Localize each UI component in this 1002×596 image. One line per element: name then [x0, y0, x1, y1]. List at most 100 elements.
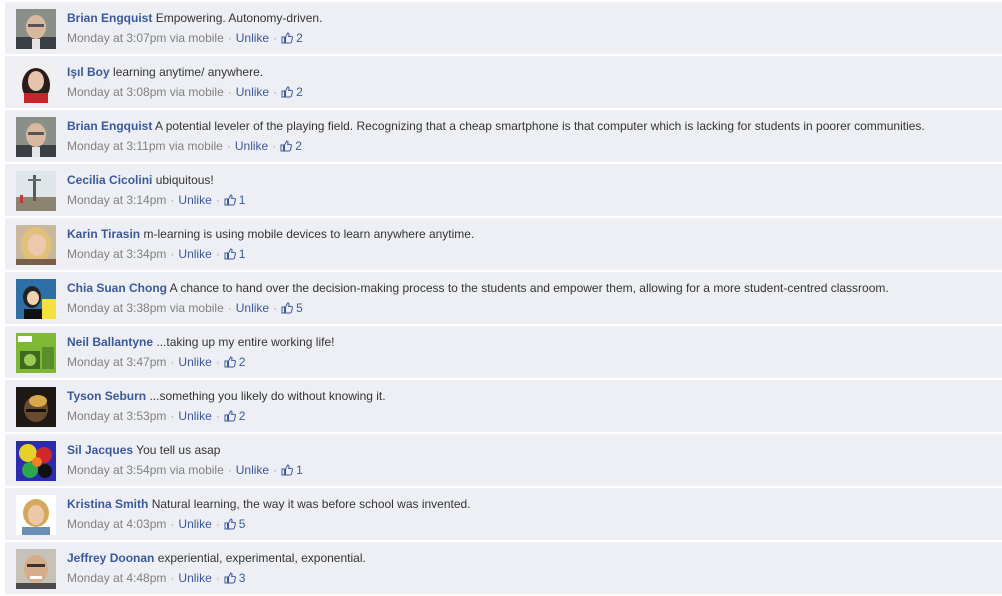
- unlike-link[interactable]: Unlike: [178, 517, 211, 531]
- comment-author-link[interactable]: Karin Tirasin: [67, 227, 140, 241]
- comment-author-link[interactable]: Cecilia Cicolini: [67, 173, 152, 187]
- avatar[interactable]: [16, 549, 56, 589]
- comment-text: learning anytime/ anywhere.: [113, 65, 264, 79]
- unlike-link[interactable]: Unlike: [236, 301, 269, 315]
- like-count-link[interactable]: 1: [224, 193, 245, 207]
- comment-timestamp[interactable]: Monday at 3:11pm via mobile: [67, 139, 223, 153]
- comment-text: ...something you likely do without knowi…: [149, 389, 386, 403]
- comment-author-link[interactable]: Işıl Boy: [67, 65, 110, 79]
- avatar[interactable]: [16, 117, 56, 157]
- like-count-link[interactable]: 2: [224, 355, 246, 369]
- comment-meta: Monday at 3:34pm · Unlike · 1: [67, 247, 998, 263]
- like-count: 5: [238, 517, 246, 531]
- comment-timestamp[interactable]: Monday at 3:47pm: [67, 355, 166, 369]
- comment-item: Cecilia Cicolini ubiquitous! Monday at 3:…: [5, 164, 1002, 217]
- separator-dot: ·: [170, 193, 175, 207]
- unlike-link[interactable]: Unlike: [178, 571, 211, 585]
- like-count-link[interactable]: 2: [281, 85, 303, 99]
- thumbs-up-icon: [280, 140, 293, 155]
- avatar[interactable]: [16, 9, 56, 49]
- thumbs-up-icon: [224, 410, 236, 425]
- separator-dot: ·: [215, 247, 220, 261]
- comment-author-link[interactable]: Tyson Seburn: [67, 389, 146, 403]
- comment-author-link[interactable]: Kristina Smith: [67, 497, 148, 511]
- comment-item: Sil Jacques You tell us asap Monday at 3:…: [5, 434, 1002, 487]
- thumbs-up-icon: [281, 86, 294, 101]
- comment-timestamp[interactable]: Monday at 3:08pm via mobile: [67, 85, 224, 99]
- comment-timestamp[interactable]: Monday at 4:48pm: [67, 571, 166, 585]
- thumbs-up-icon: [224, 518, 236, 533]
- like-count: 5: [296, 301, 303, 315]
- comment-meta: Monday at 4:48pm · Unlike · 3: [67, 571, 998, 587]
- avatar[interactable]: [16, 441, 56, 481]
- like-count: 2: [238, 409, 246, 423]
- avatar[interactable]: [16, 333, 56, 373]
- comment-timestamp[interactable]: Monday at 3:54pm via mobile: [67, 463, 224, 477]
- comment-item: Jeffrey Doonan experiential, experimenta…: [5, 542, 1002, 595]
- like-count-link[interactable]: 2: [224, 409, 246, 425]
- like-count-link[interactable]: 5: [224, 517, 246, 533]
- comment-body: Tyson Seburn ...something you likely do …: [67, 389, 998, 425]
- like-count: 1: [238, 247, 246, 261]
- separator-dot: ·: [215, 409, 220, 423]
- thumbs-up-icon: [281, 302, 294, 317]
- unlike-link[interactable]: Unlike: [235, 139, 268, 153]
- comment-author-link[interactable]: Chia Suan Chong: [67, 281, 167, 295]
- thumbs-up-icon: [281, 464, 294, 479]
- like-count: 2: [296, 85, 303, 99]
- comment-text: m-learning is using mobile devices to le…: [143, 227, 475, 241]
- avatar[interactable]: [16, 495, 56, 535]
- separator-dot: ·: [227, 31, 232, 45]
- avatar[interactable]: [16, 171, 56, 211]
- comment-body: Jeffrey Doonan experiential, experimenta…: [67, 551, 998, 587]
- unlike-link[interactable]: Unlike: [178, 247, 211, 261]
- like-count-link[interactable]: 3: [224, 571, 245, 585]
- comment-meta: Monday at 3:47pm · Unlike · 2: [67, 355, 998, 371]
- comment-timestamp[interactable]: Monday at 3:34pm: [67, 247, 166, 261]
- unlike-link[interactable]: Unlike: [236, 31, 269, 45]
- unlike-link[interactable]: Unlike: [178, 409, 211, 423]
- comment-author-link[interactable]: Brian Engquist: [67, 11, 152, 25]
- comment-body: Karin Tirasin m-learning is using mobile…: [67, 227, 998, 263]
- comment-text: A potential leveler of the playing field…: [155, 119, 925, 133]
- avatar[interactable]: [16, 279, 56, 319]
- comment-author-link[interactable]: Neil Ballantyne: [67, 335, 153, 349]
- unlike-link[interactable]: Unlike: [178, 355, 211, 369]
- comment-text: ubiquitous!: [155, 173, 214, 187]
- separator-dot: ·: [273, 31, 278, 45]
- separator-dot: ·: [227, 301, 232, 315]
- comment-body: Cecilia Cicolini ubiquitous! Monday at 3:…: [67, 173, 998, 209]
- unlike-link[interactable]: Unlike: [178, 193, 211, 207]
- comment-author-link[interactable]: Jeffrey Doonan: [67, 551, 154, 565]
- separator-dot: ·: [215, 193, 220, 207]
- comment-timestamp[interactable]: Monday at 4:03pm: [67, 517, 166, 531]
- avatar[interactable]: [16, 63, 56, 103]
- separator-dot: ·: [215, 355, 220, 369]
- like-count: 2: [238, 355, 246, 369]
- separator-dot: ·: [170, 355, 175, 369]
- comment-text: experiential, experimental, exponential.: [157, 551, 366, 565]
- comment-list: Brian Engquist Empowering. Autonomy-driv…: [5, 2, 1002, 596]
- avatar[interactable]: [16, 387, 56, 427]
- avatar[interactable]: [16, 225, 56, 265]
- comment-body: Brian Engquist A potential leveler of th…: [67, 119, 998, 155]
- unlike-link[interactable]: Unlike: [236, 463, 269, 477]
- comment-author-link[interactable]: Sil Jacques: [67, 443, 133, 457]
- like-count-link[interactable]: 1: [281, 463, 303, 477]
- comment-timestamp[interactable]: Monday at 3:38pm via mobile: [67, 301, 224, 315]
- unlike-link[interactable]: Unlike: [236, 85, 269, 99]
- comment-timestamp[interactable]: Monday at 3:14pm: [67, 193, 166, 207]
- like-count-link[interactable]: 2: [281, 31, 303, 45]
- comment-author-link[interactable]: Brian Engquist: [67, 119, 152, 133]
- like-count: 2: [295, 139, 302, 153]
- separator-dot: ·: [215, 571, 220, 585]
- separator-dot: ·: [170, 409, 175, 423]
- like-count-link[interactable]: 1: [224, 247, 246, 261]
- comment-item: Neil Ballantyne ...taking up my entire w…: [5, 326, 1002, 379]
- comment-timestamp[interactable]: Monday at 3:53pm: [67, 409, 166, 423]
- comment-timestamp[interactable]: Monday at 3:07pm via mobile: [67, 31, 224, 45]
- like-count-link[interactable]: 5: [281, 301, 303, 315]
- like-count-link[interactable]: 2: [280, 139, 302, 153]
- separator-dot: ·: [273, 301, 278, 315]
- comment-text: Natural learning, the way it was before …: [151, 497, 471, 511]
